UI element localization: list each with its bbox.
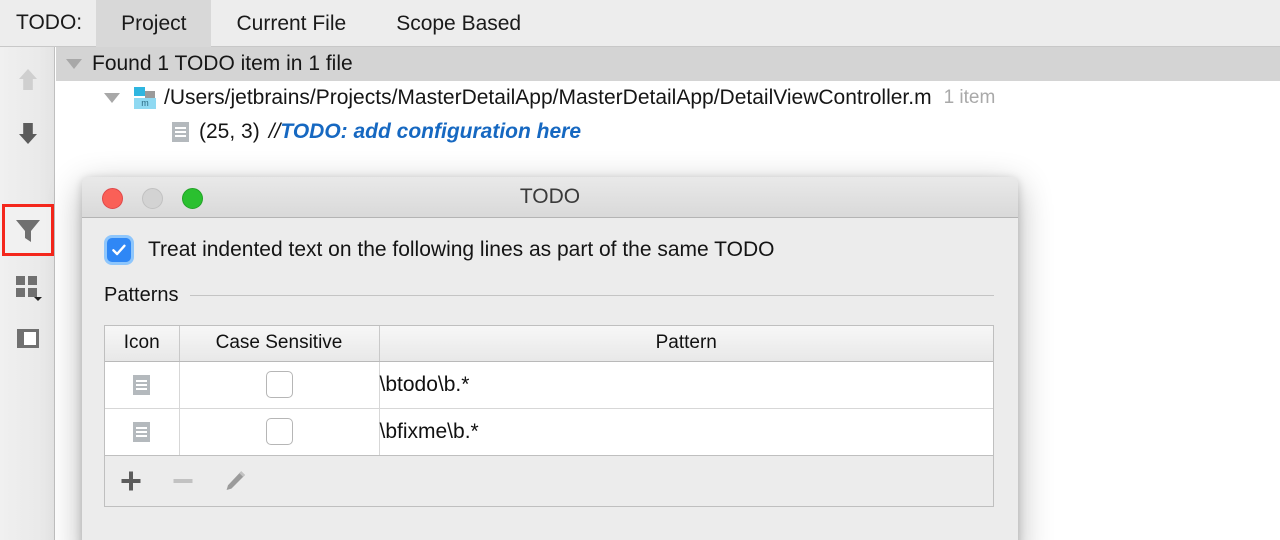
cell-case-sensitive[interactable] [179, 361, 380, 409]
add-pattern-button[interactable] [105, 456, 157, 506]
cell-pattern[interactable]: \bfixme\b.* [379, 408, 993, 455]
remove-pattern-button[interactable] [157, 456, 209, 506]
plus-icon [121, 471, 141, 491]
section-divider [190, 295, 994, 296]
todo-sidebar-toolbar [0, 47, 55, 540]
tab-current-file[interactable]: Current File [211, 0, 371, 47]
pencil-icon [226, 471, 245, 490]
expand-triangle-icon[interactable] [104, 93, 120, 103]
todo-tabbar: TODO: Project Current File Scope Based [0, 0, 1280, 47]
tree-row-todo-item[interactable]: (25, 3) // TODO: add configuration here [56, 115, 1280, 149]
grid-dropdown-icon [16, 276, 42, 301]
tabbar-title: TODO: [16, 11, 83, 34]
cell-case-sensitive[interactable] [179, 408, 380, 455]
arrow-up-icon [19, 69, 37, 90]
table-row[interactable]: \bfixme\b.* [105, 408, 993, 455]
table-row[interactable]: \btodo\b.* [105, 361, 993, 409]
tree-row-summary[interactable]: Found 1 TODO item in 1 file [56, 47, 1280, 81]
summary-label: Found 1 TODO item in 1 file [92, 52, 353, 75]
file-item-count: 1 item [943, 87, 996, 108]
expand-triangle-icon[interactable] [66, 59, 82, 69]
filter-icon [16, 220, 40, 242]
previous-occurrence-button[interactable] [2, 53, 54, 105]
todo-comment-text: TODO: add configuration here [280, 120, 581, 143]
minus-icon [173, 479, 193, 483]
todo-comment-prefix: // [268, 120, 281, 143]
dialog-body: Treat indented text on the following lin… [82, 218, 1018, 507]
tab-scope-based[interactable]: Scope Based [371, 0, 546, 47]
tree-row-file[interactable]: m /Users/jetbrains/Projects/MasterDetail… [56, 81, 1280, 115]
patterns-table-wrapper: Icon Case Sensitive Pattern \btodo\b.* \… [104, 325, 994, 456]
todo-lines-icon [133, 374, 151, 395]
tab-project[interactable]: Project [96, 0, 212, 47]
edit-pattern-button[interactable] [209, 456, 261, 506]
group-by-module-button[interactable] [2, 260, 54, 312]
patterns-table-toolbar [104, 456, 994, 507]
next-occurrence-button[interactable] [2, 107, 54, 159]
patterns-table: Icon Case Sensitive Pattern \btodo\b.* \… [105, 326, 993, 455]
column-header-pattern[interactable]: Pattern [379, 326, 993, 362]
treat-indented-text-checkbox-row[interactable]: Treat indented text on the following lin… [82, 218, 1018, 265]
preview-panel-icon [17, 329, 39, 348]
dialog-title: TODO [519, 185, 581, 208]
dialog-titlebar[interactable]: TODO [82, 177, 1018, 218]
todo-settings-dialog: TODO Treat indented text on the followin… [82, 177, 1018, 540]
column-header-case-sensitive[interactable]: Case Sensitive [179, 326, 380, 362]
todo-position-label: (25, 3) [199, 120, 260, 143]
cell-icon[interactable] [105, 408, 180, 455]
case-sensitive-checkbox[interactable] [265, 371, 293, 398]
arrow-down-icon [19, 123, 37, 144]
objc-file-icon: m [134, 87, 156, 109]
cell-pattern[interactable]: \btodo\b.* [379, 361, 993, 409]
todo-lines-icon [172, 122, 189, 142]
column-header-icon[interactable]: Icon [105, 326, 180, 362]
case-sensitive-checkbox[interactable] [265, 418, 293, 446]
file-path-label: /Users/jetbrains/Projects/MasterDetailAp… [164, 86, 932, 109]
preview-source-button[interactable] [2, 312, 54, 364]
checkmark-icon [112, 244, 126, 256]
treat-indented-text-label: Treat indented text on the following lin… [148, 238, 775, 261]
patterns-table-header-row: Icon Case Sensitive Pattern [105, 326, 993, 362]
patterns-section-header: Patterns [104, 284, 994, 307]
cell-icon[interactable] [105, 361, 180, 409]
filter-button[interactable] [2, 204, 54, 256]
todo-lines-icon [133, 421, 151, 442]
todo-tool-window: TODO: Project Current File Scope Based F… [0, 0, 1280, 540]
patterns-section-title: Patterns [104, 284, 179, 306]
objc-file-icon-label: m [134, 98, 156, 109]
treat-indented-text-checkbox[interactable] [104, 235, 134, 265]
